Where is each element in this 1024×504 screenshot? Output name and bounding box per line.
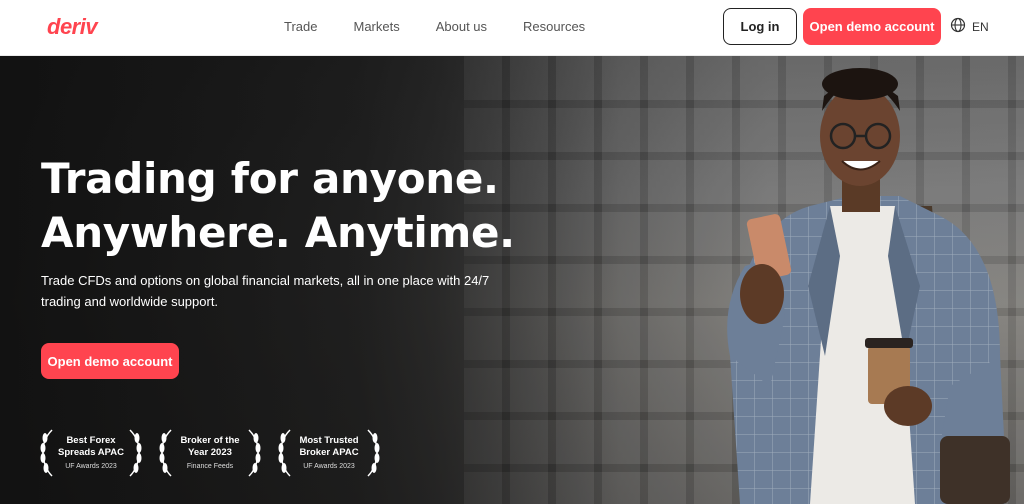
language-selector[interactable]: EN <box>950 17 989 36</box>
laurel-icon <box>367 429 380 477</box>
language-label: EN <box>972 19 989 34</box>
top-header: deriv Trade Markets About us Resources L… <box>0 0 1024 56</box>
hero-title: Trading for anyone. Anywhere. Anytime. <box>41 152 515 260</box>
hero-section: Trading for anyone. Anywhere. Anytime. T… <box>0 56 1024 504</box>
main-nav: Trade Markets About us Resources <box>284 19 585 34</box>
globe-icon <box>950 17 966 36</box>
open-demo-account-button-hero[interactable]: Open demo account <box>41 343 179 379</box>
award-badge: Broker of the Year 2023 Finance Feeds <box>159 426 261 478</box>
hero-subtitle: Trade CFDs and options on global financi… <box>41 273 490 309</box>
nav-markets[interactable]: Markets <box>353 19 399 34</box>
laurel-icon <box>40 429 53 477</box>
award-title-line-2: Year 2023 <box>188 446 232 458</box>
award-badge: Best Forex Spreads APAC UF Awards 2023 <box>40 426 142 478</box>
hero-person-image <box>727 68 1010 504</box>
award-source: Finance Feeds <box>186 462 234 470</box>
laurel-icon <box>278 429 291 477</box>
award-title-line-2: Spreads APAC <box>58 446 124 458</box>
deriv-logo[interactable]: deriv <box>47 14 98 40</box>
laurel-icon <box>129 429 142 477</box>
award-title-line-1: Best Forex <box>66 434 116 446</box>
award-title-line-1: Most Trusted <box>299 434 359 446</box>
awards-list: Best Forex Spreads APAC UF Awards 2023 B… <box>40 426 380 478</box>
award-source: UF Awards 2023 <box>65 462 117 470</box>
award-badge: Most Trusted Broker APAC UF Awards 2023 <box>278 426 380 478</box>
award-title-line-1: Broker of the <box>180 434 240 446</box>
award-source: UF Awards 2023 <box>303 462 355 470</box>
nav-resources[interactable]: Resources <box>523 19 585 34</box>
award-title-line-2: Broker APAC <box>299 446 359 458</box>
open-demo-account-button-header[interactable]: Open demo account <box>803 8 941 45</box>
nav-trade[interactable]: Trade <box>284 19 317 34</box>
nav-about-us[interactable]: About us <box>436 19 487 34</box>
laurel-icon <box>159 429 172 477</box>
login-button[interactable]: Log in <box>723 8 797 45</box>
laurel-icon <box>248 429 261 477</box>
hero-title-line-1: Trading for anyone. <box>41 154 499 203</box>
hero-title-line-2: Anywhere. Anytime. <box>41 208 515 257</box>
